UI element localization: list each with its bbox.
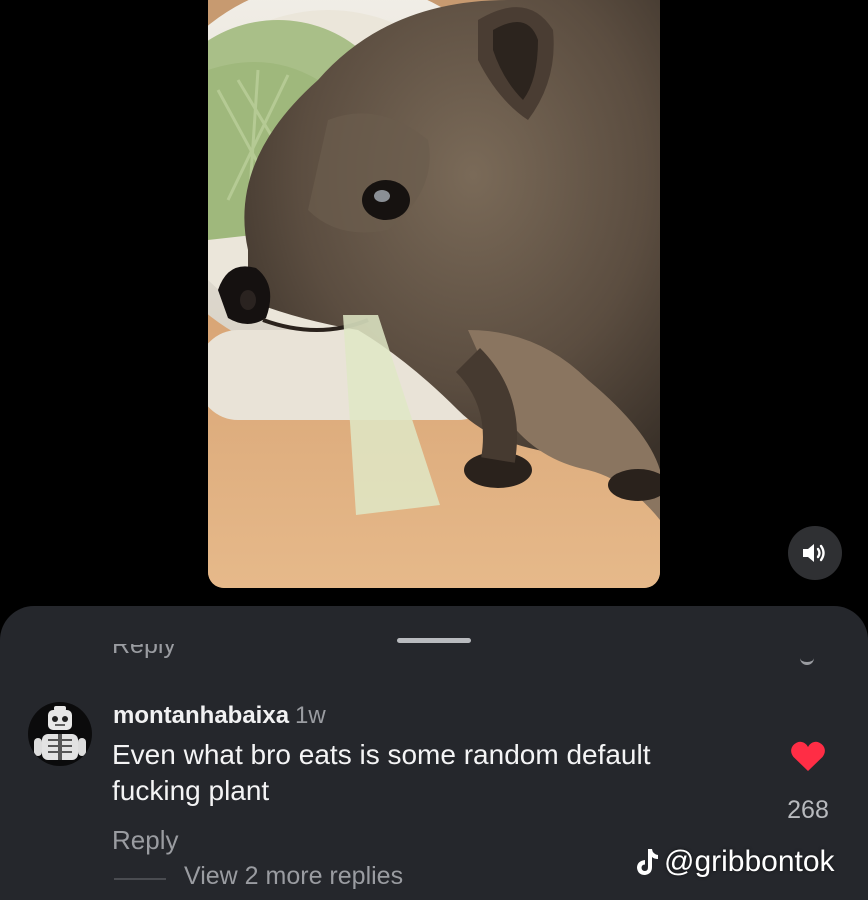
replies-divider [114, 878, 166, 880]
heart-icon [791, 741, 825, 771]
truncated-previous-like-count [800, 656, 814, 665]
like-button[interactable] [790, 740, 826, 774]
watermark-handle: @gribbontok [664, 845, 835, 878]
hyrax-video-frame [208, 0, 660, 588]
tiktok-logo-icon [634, 847, 660, 877]
comment-text: Even what bro eats is some random defaul… [112, 739, 651, 806]
truncated-previous-reply: Reply [112, 644, 176, 659]
reply-button[interactable]: Reply [112, 825, 178, 856]
volume-on-icon [803, 544, 825, 562]
view-more-replies-button[interactable]: View 2 more replies [184, 862, 403, 891]
comment-time: 1w [295, 702, 326, 729]
video-player[interactable] [208, 0, 660, 588]
skeleton-avatar-icon [34, 706, 86, 760]
comment-username[interactable]: montanhabaixa [113, 702, 289, 729]
sheet-drag-handle[interactable] [397, 638, 471, 643]
avatar[interactable] [28, 702, 92, 766]
tiktok-watermark: @gribbontok [634, 842, 835, 882]
volume-button[interactable] [788, 526, 842, 580]
like-count: 268 [787, 796, 829, 824]
comment-header: montanhabaixa 1w [113, 702, 326, 730]
app-screen: Reply montanhabaixa 1w Even what bro eats… [0, 0, 868, 900]
